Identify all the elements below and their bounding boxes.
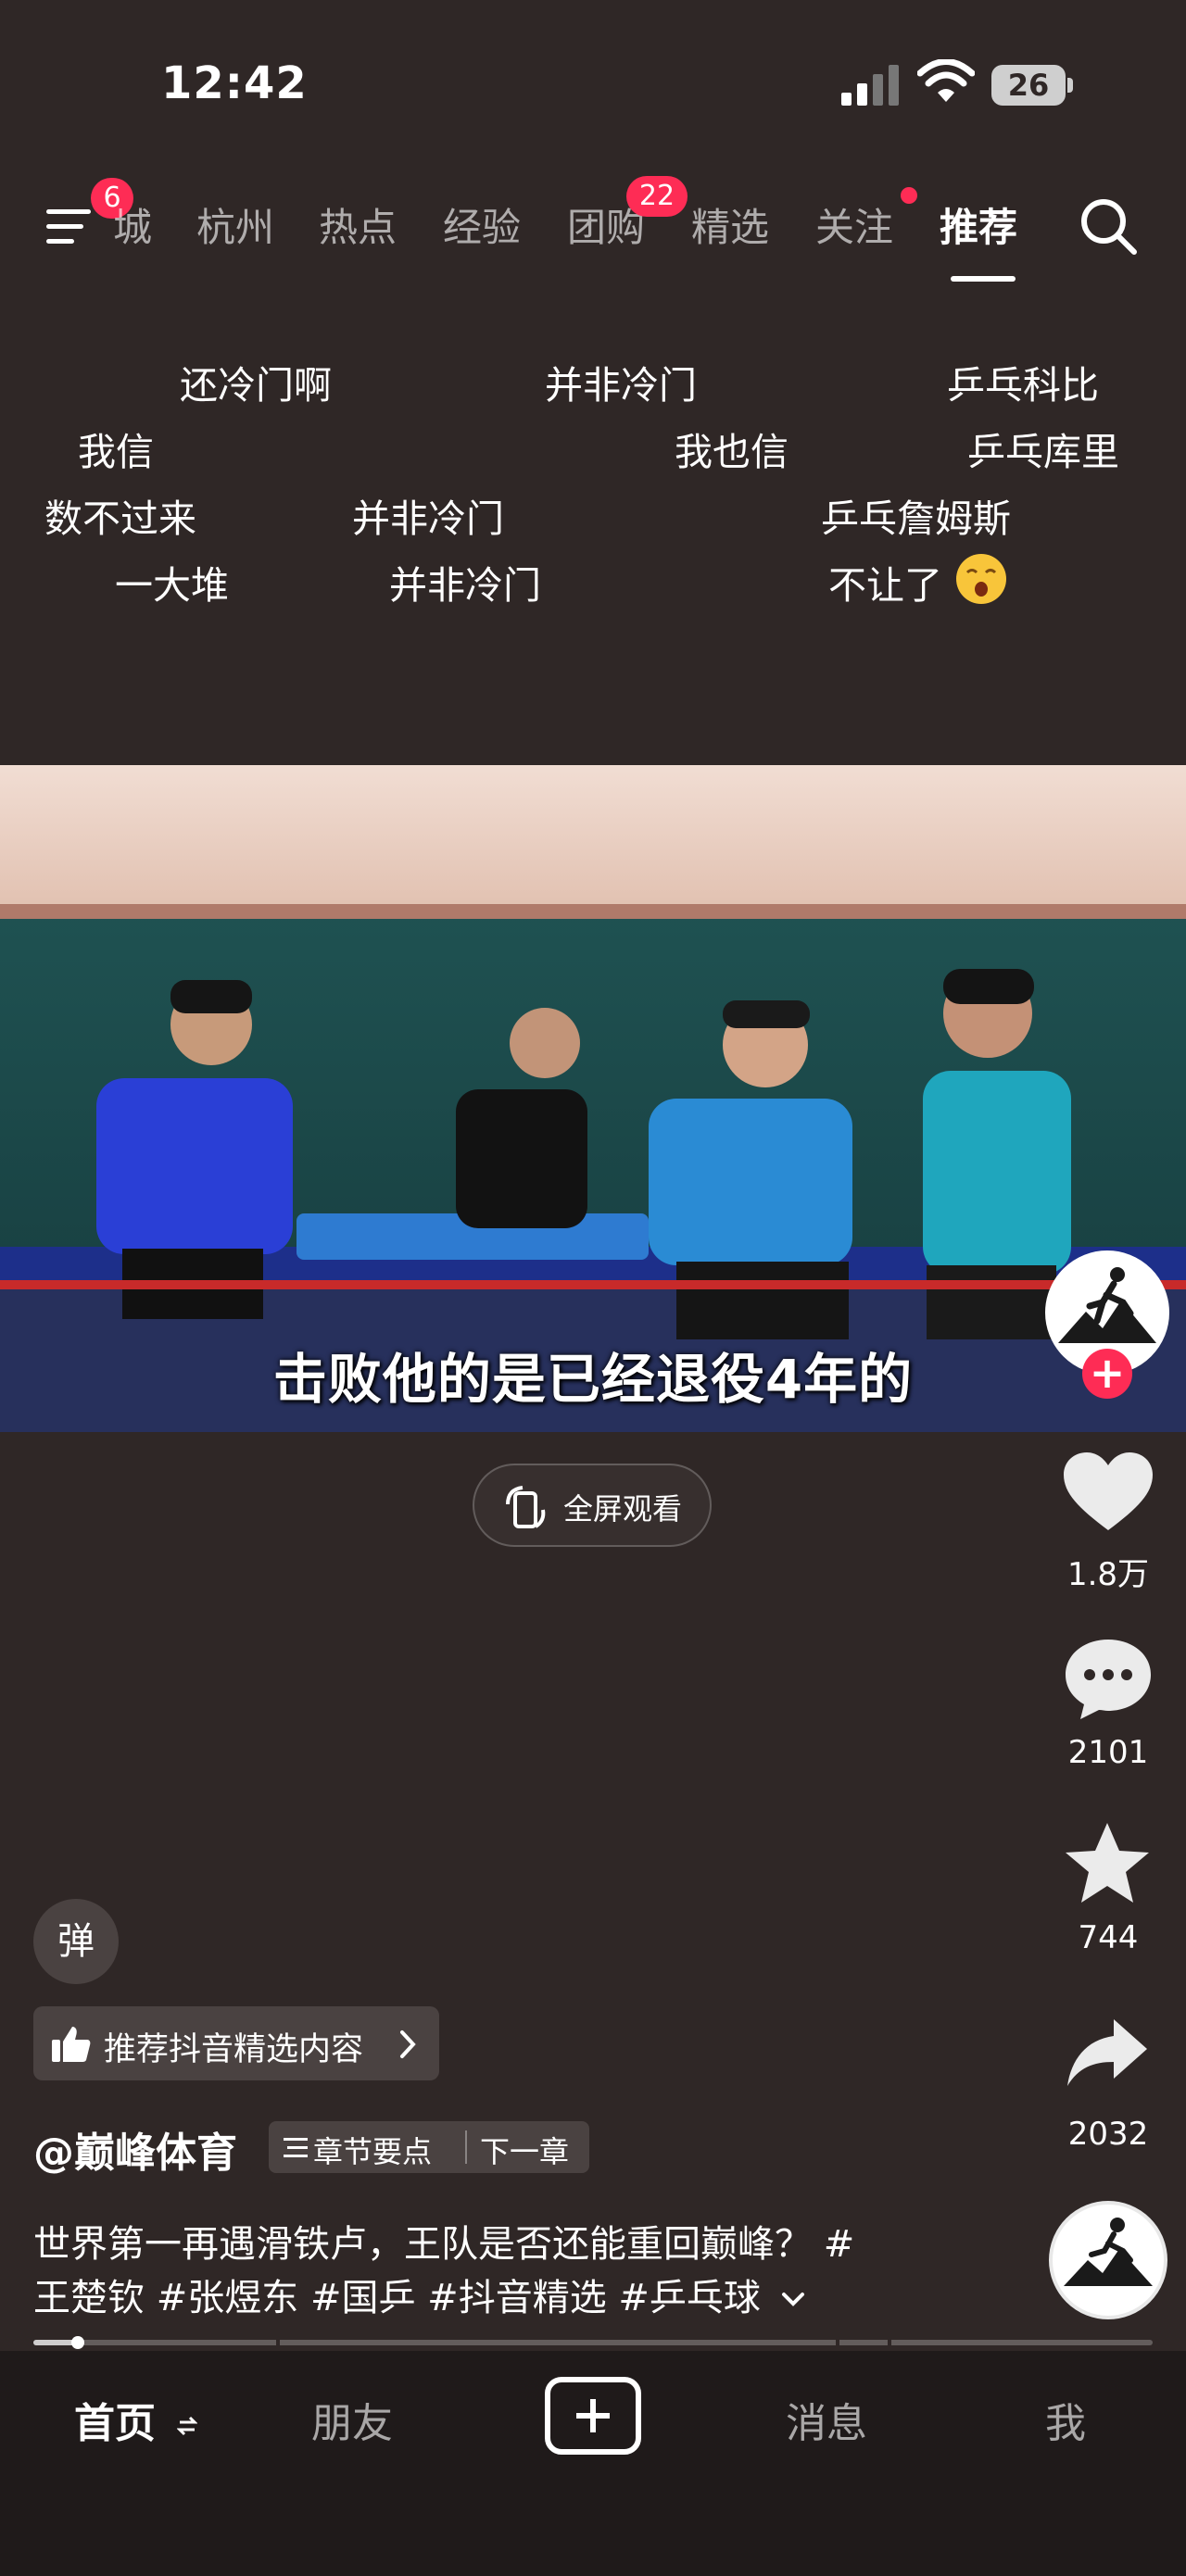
tab-hangzhou[interactable]: 杭州: [196, 196, 274, 253]
tab-friends[interactable]: 朋友: [311, 2390, 393, 2449]
thumbs-up-icon: [52, 2027, 91, 2062]
danmaku-item: 乒乓库里: [967, 430, 1119, 474]
video-subtitle: 击败他的是已经退役4年的: [272, 1348, 914, 1411]
battery-icon: 26: [991, 65, 1075, 106]
active-tab-indicator: [951, 276, 1016, 282]
danmaku-item: 数不过来: [44, 496, 196, 541]
create-button[interactable]: [545, 2377, 641, 2455]
danmaku-item: 我也信: [675, 430, 789, 474]
danmaku-item: 并非冷门: [389, 563, 541, 608]
danmaku-item: 不让了: [828, 563, 942, 608]
surprised-emoji-icon: [956, 554, 1006, 604]
danmaku-item: 并非冷门: [352, 496, 504, 541]
tab-following[interactable]: 关注: [815, 196, 893, 253]
tab-messages[interactable]: 消息: [786, 2390, 867, 2449]
progress-knob[interactable]: [71, 2336, 85, 2349]
favorite-count: 744: [1078, 1919, 1139, 1956]
tab-city[interactable]: 城: [113, 196, 152, 253]
status-time: 12:42: [161, 57, 308, 109]
fullscreen-button[interactable]: 全屏观看: [473, 1464, 712, 1547]
share-count: 2032: [1067, 2116, 1149, 2153]
danmaku-item: 还冷门啊: [180, 363, 332, 408]
video-description-line1: 世界第一再遇滑铁卢，王队是否还能重回巅峰？ #: [33, 2223, 855, 2266]
tab-hot[interactable]: 热点: [319, 196, 397, 253]
danmaku-item: 乒乓科比: [947, 363, 1099, 408]
tab-experience[interactable]: 经验: [443, 196, 521, 253]
tab-me[interactable]: 我: [1045, 2390, 1086, 2449]
chapter-tick: [276, 2340, 280, 2345]
runner-logo-icon: [1064, 2218, 1153, 2286]
following-dot: [901, 187, 917, 204]
group-buy-badge: 22: [626, 176, 688, 217]
danmaku-item: 乒乓詹姆斯: [821, 496, 1011, 541]
share-arrow-icon[interactable]: [1066, 2017, 1149, 2088]
music-disc[interactable]: [1049, 2201, 1167, 2319]
danmaku-item: 一大堆: [115, 563, 229, 608]
like-heart-icon[interactable]: [1062, 1451, 1154, 1534]
video-frame: [0, 765, 1186, 1432]
wifi-icon: [917, 59, 975, 102]
danmaku-item: 并非冷门: [545, 363, 697, 408]
rotate-screen-icon: [506, 1486, 546, 1528]
danmaku-toggle-button[interactable]: 弹: [33, 1899, 119, 1984]
comment-icon[interactable]: [1062, 1636, 1154, 1721]
fullscreen-label: 全屏观看: [563, 1491, 683, 1527]
favorite-star-icon[interactable]: [1064, 1821, 1151, 1904]
plus-icon: [576, 2399, 610, 2432]
battery-level: 26: [1007, 68, 1050, 103]
refresh-arrows-icon: [177, 2416, 198, 2436]
danmaku-item: 我信: [78, 430, 154, 474]
recommend-chip-label: 推荐抖音精选内容: [104, 2031, 364, 2068]
next-chapter-label[interactable]: 下一章: [480, 2129, 569, 2171]
chapter-chip[interactable]: 章节要点 下一章: [269, 2121, 589, 2173]
tab-featured[interactable]: 精选: [691, 196, 769, 253]
video-description-line2-text: 王楚钦 #张煜东 #国乒 #抖音精选 #乒乓球: [33, 2277, 761, 2319]
comment-count: 2101: [1067, 1734, 1149, 1771]
video-progress-bar[interactable]: [33, 2336, 1153, 2349]
chapter-points-label: 章节要点: [313, 2134, 433, 2169]
list-icon: [284, 2138, 308, 2157]
chapter-tick: [836, 2340, 839, 2345]
video-description-line2[interactable]: 王楚钦 #张煜东 #国乒 #抖音精选 #乒乓球: [33, 2268, 806, 2321]
search-icon[interactable]: [1079, 196, 1140, 258]
bottom-tab-bar: 首页 朋友 消息 我: [0, 2351, 1186, 2576]
cellular-signal-icon: [841, 65, 901, 106]
tab-home-label: 首页: [74, 2400, 156, 2447]
chapter-tick: [888, 2340, 891, 2345]
menu-button[interactable]: [46, 206, 98, 250]
tab-recommend[interactable]: 推荐: [940, 196, 1017, 253]
recommend-featured-chip[interactable]: 推荐抖音精选内容: [33, 2006, 439, 2080]
follow-plus-button[interactable]: +: [1082, 1349, 1132, 1399]
video-player[interactable]: 击败他的是已经退役4年的: [0, 765, 1186, 1432]
author-name[interactable]: @巅峰体育: [33, 2119, 237, 2179]
like-count: 1.8万: [1066, 1556, 1150, 1593]
expand-chevron-icon: [781, 2293, 804, 2306]
chevron-right-icon: [400, 2030, 416, 2058]
tab-home[interactable]: 首页: [74, 2390, 198, 2449]
